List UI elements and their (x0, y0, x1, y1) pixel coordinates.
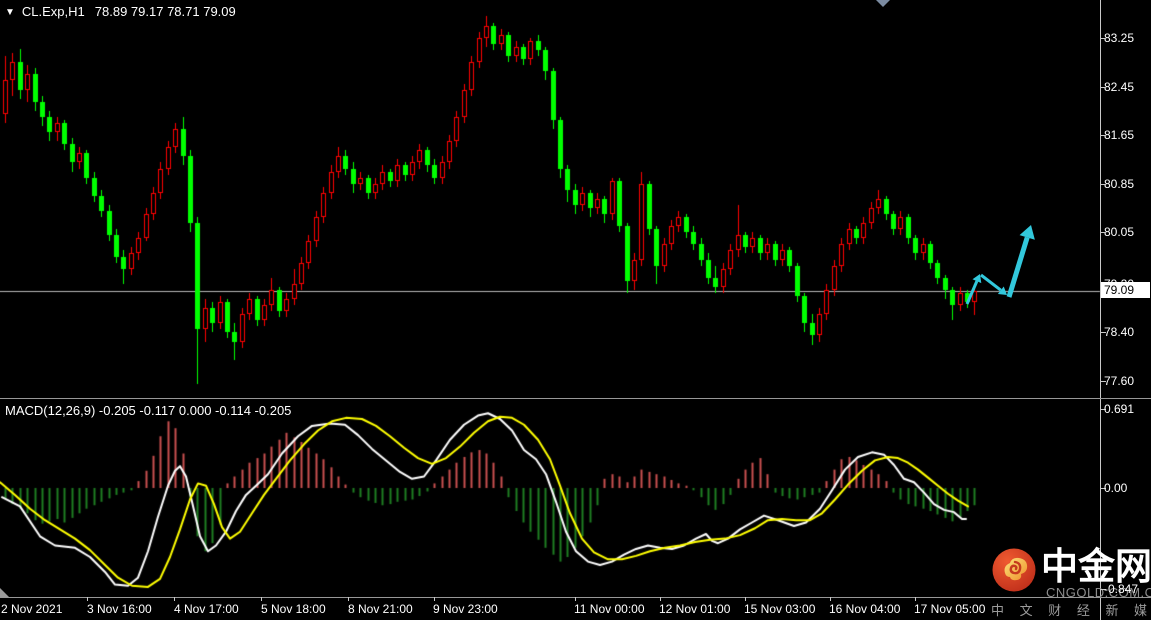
panel-separator-main-macd[interactable] (0, 398, 1151, 399)
time-axis-label: 3 Nov 16:00 (87, 602, 152, 616)
time-axis-tick (830, 597, 831, 601)
trend-arrow-1[interactable] (967, 274, 980, 304)
trend-arrow-2[interactable] (981, 275, 1007, 295)
time-axis-label: 17 Nov 05:00 (914, 602, 986, 616)
time-axis-label: 8 Nov 21:00 (348, 602, 413, 616)
time-axis-tick (434, 597, 435, 601)
time-axis-tick (660, 597, 661, 601)
time-axis-label: 2 Nov 2021 (1, 602, 63, 616)
price-axis-tick (1100, 135, 1106, 136)
axis-border (1100, 0, 1101, 620)
price-axis-label: 80.05 (1104, 225, 1135, 239)
price-axis-label: 80.85 (1104, 177, 1135, 191)
macd-axis-label: 0.691 (1104, 402, 1135, 416)
symbol-label: CL.Exp,H1 (21, 4, 85, 19)
time-axis-tick (575, 597, 576, 601)
time-axis-label: 12 Nov 01:00 (659, 602, 731, 616)
ohlc-values: 78.89 79.17 78.71 79.09 (94, 4, 236, 19)
time-axis-label: 16 Nov 04:00 (829, 602, 901, 616)
time-axis-tick (745, 597, 746, 601)
price-axis-label: 77.60 (1104, 374, 1135, 388)
time-axis-tick (915, 597, 916, 601)
time-axis-label: 4 Nov 17:00 (174, 602, 239, 616)
price-axis-tick (1100, 232, 1106, 233)
price-axis-tick (1100, 184, 1106, 185)
time-axis-label: 11 Nov 00:00 (574, 602, 645, 616)
symbol-title: ▼ CL.Exp,H1 78.89 79.17 78.71 79.09 (5, 4, 236, 20)
time-axis-tick (174, 597, 175, 601)
macd-axis-label: -0.847 (1104, 582, 1139, 596)
watermark-tagline-text: 中 文 财 经 新 媒 体 (991, 603, 1151, 618)
price-axis-label: 82.45 (1104, 80, 1135, 94)
time-axis-tick (261, 597, 262, 601)
time-axis-tick (87, 597, 88, 601)
price-axis-tick (1100, 87, 1106, 88)
time-axis-label: 5 Nov 18:00 (261, 602, 326, 616)
time-axis-tick (348, 597, 349, 601)
price-axis-label: 83.25 (1104, 31, 1135, 45)
price-axis-tick (1100, 38, 1106, 39)
watermark-brand-text: 中金网 (1041, 546, 1151, 587)
price-axis-label: 81.65 (1104, 128, 1135, 142)
trend-arrow-3[interactable] (1009, 225, 1031, 297)
price-axis-tick (1100, 332, 1106, 333)
panel-corner-grip-icon (0, 588, 9, 597)
price-axis-tick (1100, 381, 1106, 382)
current-price-tag: 79.09 (1101, 282, 1150, 298)
mt4-chart-window: ▼ CL.Exp,H1 78.89 79.17 78.71 79.09 MACD(1… (0, 0, 1151, 620)
cngold-logo-icon (992, 548, 1036, 592)
macd-indicator-label: MACD(12,26,9) -0.205 -0.117 0.000 -0.114… (5, 403, 292, 418)
macd-axis-label: 0.00 (1104, 481, 1128, 495)
collapse-indicator-icon[interactable]: ▼ (5, 5, 15, 20)
chart-shift-marker-icon[interactable] (876, 0, 890, 7)
time-axis-label: 9 Nov 23:00 (433, 602, 498, 616)
price-chart-canvas[interactable] (0, 0, 1151, 620)
time-axis-label: 15 Nov 03:00 (744, 602, 816, 616)
price-axis-label: 78.40 (1104, 325, 1135, 339)
